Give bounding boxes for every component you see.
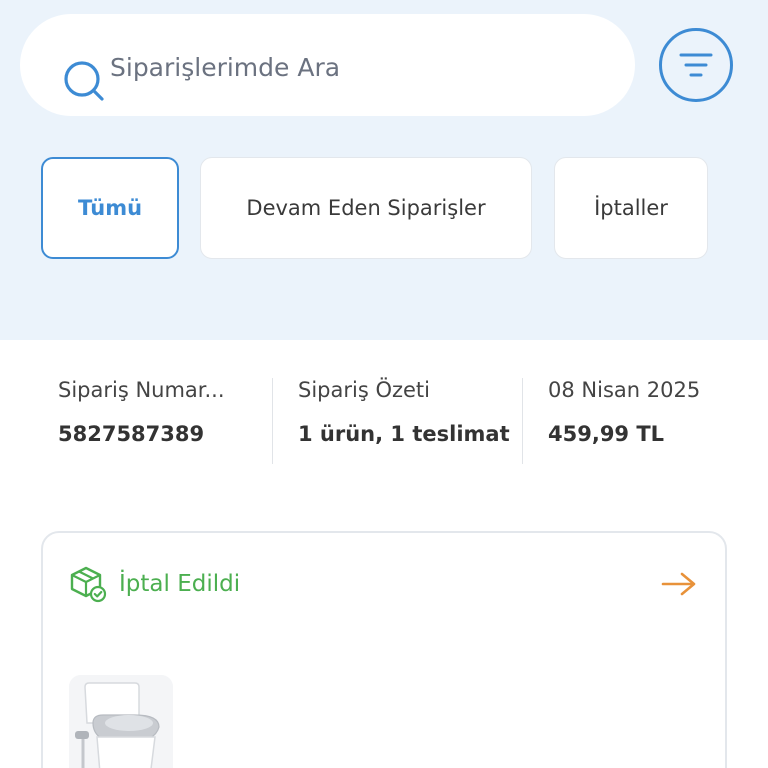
order-card[interactable]: İptal Edildi: [41, 531, 727, 768]
order-date-block: 08 Nisan 2025 459,99 TL: [548, 378, 748, 464]
order-date: 08 Nisan 2025: [548, 378, 701, 402]
order-summary-row: Sipariş Numar... 5827587389 Sipariş Özet…: [0, 378, 768, 468]
divider: [272, 378, 273, 464]
search-input[interactable]: [110, 42, 590, 92]
order-number-block: Sipariş Numar... 5827587389: [58, 378, 258, 464]
baby-potty-product-image: [69, 675, 173, 768]
search-icon: [64, 61, 104, 101]
arrow-right-icon[interactable]: [661, 571, 697, 597]
order-status: İptal Edildi: [69, 565, 240, 603]
order-summary-value: 1 ürün, 1 teslimat: [298, 422, 510, 446]
package-check-icon: [70, 566, 107, 603]
filter-button[interactable]: [659, 28, 733, 102]
tab-cancellations[interactable]: İptaller: [554, 157, 708, 259]
order-status-label: İptal Edildi: [119, 571, 241, 597]
tab-ongoing-orders[interactable]: Devam Eden Siparişler: [200, 157, 532, 259]
order-number-label: Sipariş Numar...: [58, 378, 225, 402]
divider: [522, 378, 523, 464]
order-total: 459,99 TL: [548, 422, 665, 446]
order-summary-label: Sipariş Özeti: [298, 378, 430, 402]
order-number-value: 5827587389: [58, 422, 205, 446]
top-panel: Tümü Devam Eden Siparişler İptaller: [0, 0, 768, 340]
filter-icon: [679, 53, 713, 77]
tab-all[interactable]: Tümü: [41, 157, 179, 259]
product-thumbnail[interactable]: [69, 675, 173, 768]
order-summary-block: Sipariş Özeti 1 ürün, 1 teslimat: [298, 378, 510, 464]
